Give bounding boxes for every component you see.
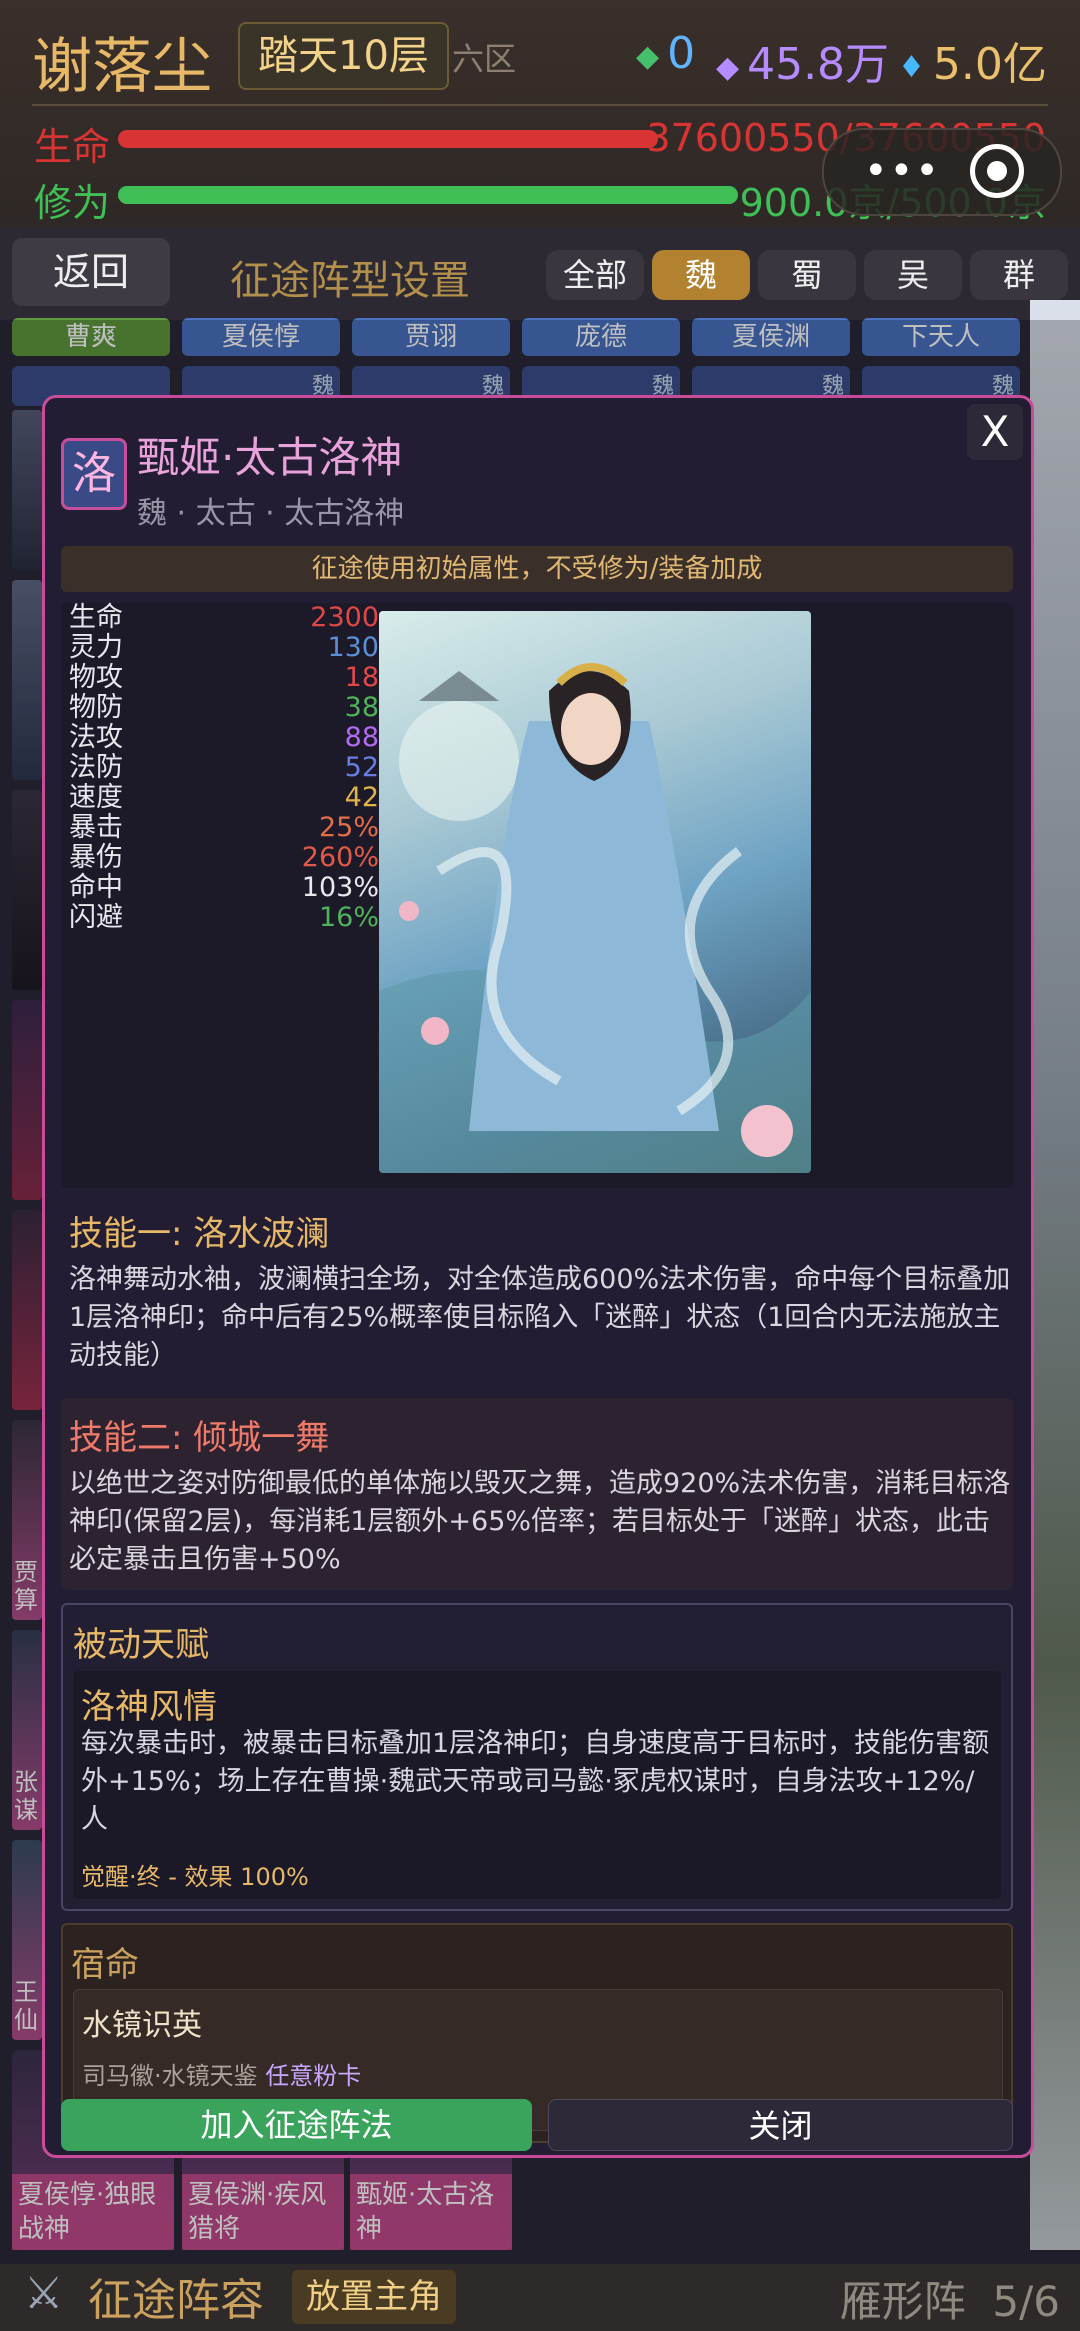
skill-1-title: 技能一: 洛水波澜 (69, 1214, 330, 1254)
blue-diamond-icon: ♦ (898, 49, 925, 85)
currency-blue: ♦ 5.0亿 (898, 39, 1047, 90)
back-button[interactable]: 返回 (12, 238, 170, 306)
stat-value: 18 (344, 662, 379, 693)
passive-panel: 被动天赋 洛神风情 每次暴击时，被暴击目标叠加1层洛神印；自身速度高于目标时，技… (61, 1603, 1013, 1911)
stat-label: 法攻 (69, 722, 123, 753)
nav-row: 返回 征途阵型设置 全部 魏 蜀 吴 群 (0, 228, 1080, 320)
stat-value: 130 (327, 632, 379, 663)
stat-row: 速度 42 (69, 783, 379, 813)
stat-label: 命中 (69, 872, 123, 903)
stat-label: 暴击 (69, 812, 123, 843)
skill-2-title: 技能二: 倾城一舞 (69, 1418, 330, 1458)
stat-value: 103% (301, 872, 379, 903)
filter-tab-qun[interactable]: 群 (970, 250, 1068, 300)
crossed-swords-icon: ⚔ (24, 2268, 64, 2319)
stat-row: 生命 2300 (69, 603, 379, 633)
hero-detail-modal: X 洛 甄姬·太古洛神 魏 · 太古 · 太古洛神 征途使用初始属性，不受修为/… (42, 395, 1034, 2158)
hp-label: 生命 (34, 125, 111, 169)
stat-value: 16% (318, 902, 379, 933)
notice-banner: 征途使用初始属性，不受修为/装备加成 (61, 546, 1013, 592)
stat-row: 物攻 18 (69, 663, 379, 693)
fate-name: 水镜识英 (82, 2008, 202, 2043)
lineup-title: 征途阵容 (88, 2275, 264, 2326)
stat-row: 暴击 25% (69, 813, 379, 843)
stat-row: 命中 103% (69, 873, 379, 903)
awaken-status: 觉醒·终 - 效果 100% (81, 1863, 309, 1891)
fate-header: 宿命 (71, 1945, 139, 1985)
place-leader-button[interactable]: 放置主角 (292, 2270, 456, 2324)
skill-1: 技能一: 洛水波澜 洛神舞动水袖，波澜横扫全场，对全体造成600%法术伤害，命中… (45, 1206, 1031, 1375)
stat-value: 52 (344, 752, 379, 783)
stat-label: 闪避 (69, 902, 123, 933)
stat-label: 灵力 (69, 632, 123, 663)
page-title: 征途阵型设置 (230, 258, 470, 304)
close-x-button[interactable]: X (967, 404, 1023, 460)
close-miniprogram-icon[interactable] (970, 144, 1024, 198)
currency-purple: ◆ 45.8万 (716, 39, 890, 90)
fate-requirement: 司马徽·水镜天鉴 任意粉卡 (82, 2062, 362, 2090)
hero-portrait (379, 611, 811, 1173)
miniprogram-capsule: ••• (822, 128, 1062, 216)
join-formation-button[interactable]: 加入征途阵法 (61, 2099, 532, 2151)
stat-label: 法防 (69, 752, 123, 783)
skill-1-desc: 洛神舞动水袖，波澜横扫全场，对全体造成600%法术伤害，命中每个目标叠加1层洛神… (69, 1264, 1011, 1371)
stat-value: 25% (318, 812, 379, 843)
skill-2-desc: 以绝世之姿对防御最低的单体施以毁灭之舞，造成920%法术伤害，消耗目标洛神印(保… (69, 1468, 1011, 1575)
player-name: 谢落尘 (32, 32, 212, 102)
passive-desc: 每次暴击时，被暴击目标叠加1层洛神印；自身速度高于目标时，技能伤害额外+15%；… (81, 1728, 990, 1835)
realm-badge: 踏天10层 (238, 22, 449, 90)
stat-value: 2300 (310, 602, 379, 633)
portrait-art (379, 663, 811, 1173)
stat-label: 暴伤 (69, 842, 123, 873)
cultivation-label: 修为 (34, 181, 111, 225)
hero-badge: 洛 (61, 438, 127, 510)
stat-value: 42 (344, 782, 379, 813)
stat-row: 灵力 130 (69, 633, 379, 663)
stat-value: 260% (301, 842, 379, 873)
more-icon[interactable]: ••• (864, 148, 941, 194)
stat-value: 88 (344, 722, 379, 753)
stat-row: 物防 38 (69, 693, 379, 723)
filter-tab-wu[interactable]: 吴 (864, 250, 962, 300)
stat-panel: 生命 2300 灵力 130 物攻 18 物防 38 法攻 88 法防 52 速度 42 暴击 25% 暴伤 26… (61, 603, 1013, 1188)
hero-title: 甄姬·太古洛神 (137, 433, 403, 482)
cultivation-bar (118, 186, 738, 204)
status-bar: 谢落尘 踏天10层 六区 ◆0 ◆45.8万 ♦5.0亿 生命 37600550… (0, 0, 1080, 228)
skill-2: 技能二: 倾城一舞 以绝世之姿对防御最低的单体施以毁灭之舞，造成920%法术伤害… (45, 1410, 1031, 1579)
filter-tab-all[interactable]: 全部 (546, 250, 644, 300)
bottom-bar: ⚔ 征途阵容 放置主角 雁形阵 5/6 (0, 2264, 1080, 2331)
green-gem-icon: ◆ (636, 38, 660, 74)
hero-subtitle: 魏 · 太古 · 太古洛神 (137, 496, 405, 531)
stat-row: 暴伤 260% (69, 843, 379, 873)
close-button[interactable]: 关闭 (548, 2099, 1013, 2151)
stat-row: 闪避 16% (69, 903, 379, 933)
passive-name: 洛神风情 (81, 1687, 217, 1727)
stat-row: 法攻 88 (69, 723, 379, 753)
hp-bar (118, 130, 658, 148)
stat-label: 生命 (69, 602, 123, 633)
currency-green: ◆ 0 (636, 28, 696, 79)
passive-header: 被动天赋 (73, 1625, 209, 1665)
stat-row: 法防 52 (69, 753, 379, 783)
zone-label: 六区 (452, 40, 517, 78)
passive-box: 洛神风情 每次暴击时，被暴击目标叠加1层洛神印；自身速度高于目标时，技能伤害额外… (73, 1671, 1001, 1899)
filter-tab-wei[interactable]: 魏 (652, 250, 750, 300)
divider (32, 104, 1048, 106)
stat-label: 物攻 (69, 662, 123, 693)
purple-diamond-icon: ◆ (716, 49, 740, 85)
stat-value: 38 (344, 692, 379, 723)
stat-label: 速度 (69, 782, 123, 813)
stat-label: 物防 (69, 692, 123, 723)
filter-tab-shu[interactable]: 蜀 (758, 250, 856, 300)
formation-label: 雁形阵 5/6 (839, 2277, 1060, 2326)
